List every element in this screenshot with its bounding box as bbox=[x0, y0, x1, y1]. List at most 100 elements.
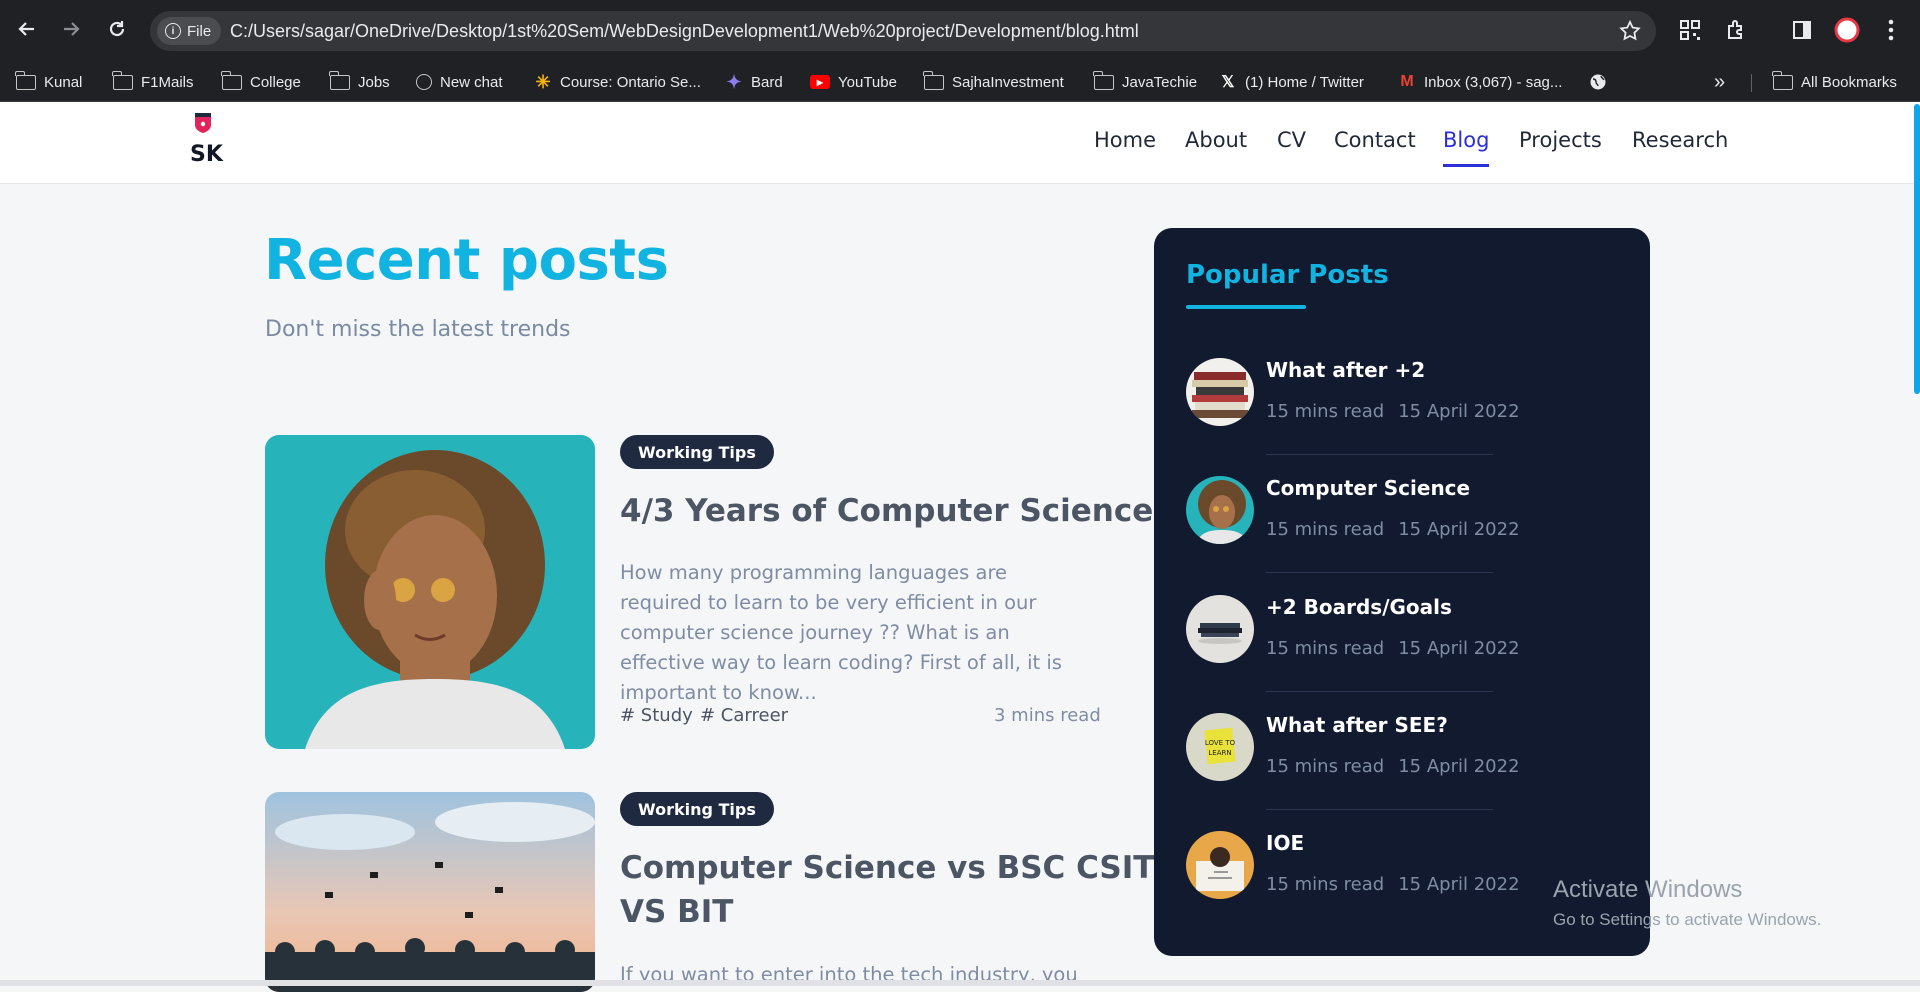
popular-post-title[interactable]: +2 Boards/Goals bbox=[1266, 595, 1452, 619]
divider bbox=[1266, 572, 1493, 573]
popular-post-title[interactable]: Computer Science bbox=[1266, 476, 1470, 500]
reload-icon bbox=[109, 21, 125, 37]
post-date: 15 April 2022 bbox=[1398, 519, 1520, 540]
bookmarks-divider bbox=[1751, 74, 1752, 92]
bookmark-star-icon[interactable] bbox=[1618, 19, 1642, 47]
bookmarks-overflow-button[interactable]: » bbox=[1714, 70, 1725, 94]
site-logo-text[interactable]: SK bbox=[190, 142, 223, 167]
popular-post-item[interactable]: Computer Science 15 mins read 15 April 20… bbox=[1186, 476, 1520, 573]
bookmark-youtube[interactable]: ▶ YouTube bbox=[810, 70, 897, 94]
bookmark-label: All Bookmarks bbox=[1801, 73, 1897, 91]
x-icon: 𝕏 bbox=[1221, 74, 1235, 91]
read-time: 15 mins read bbox=[1266, 401, 1385, 422]
svg-text:LOVE TO: LOVE TO bbox=[1205, 739, 1236, 747]
horizontal-scrollbar[interactable] bbox=[0, 980, 1920, 986]
bookmarks-bar: Kunal F1Mails College Jobs New chat ✳ Co… bbox=[0, 62, 1920, 102]
folder-icon bbox=[112, 70, 133, 90]
forward-arrow-icon bbox=[64, 22, 80, 36]
post-title-line[interactable]: Computer Science vs BSC CSIT bbox=[620, 846, 1154, 890]
gmail-icon: M bbox=[1400, 73, 1414, 90]
folder-icon bbox=[329, 70, 350, 90]
post-date: 15 April 2022 bbox=[1398, 638, 1520, 659]
bookmark-label: F1Mails bbox=[141, 73, 194, 91]
menu-dots-icon[interactable] bbox=[1877, 16, 1905, 44]
browser-toolbar: i File C:/Users/sagar/OneDrive/Desktop/1… bbox=[0, 0, 1920, 62]
post-image-woman-coins[interactable] bbox=[265, 435, 595, 749]
site-info-chip[interactable]: i File bbox=[157, 17, 222, 45]
activate-windows-subtitle: Go to Settings to activate Windows. bbox=[1553, 910, 1822, 929]
bookmark-globe[interactable] bbox=[1589, 70, 1607, 94]
shield-logo-icon[interactable] bbox=[194, 112, 212, 134]
popular-post-title[interactable]: What after +2 bbox=[1266, 358, 1425, 382]
nav-contact[interactable]: Contact bbox=[1334, 128, 1416, 152]
bookmark-twitter[interactable]: 𝕏 (1) Home / Twitter bbox=[1219, 70, 1364, 94]
popular-post-item[interactable]: IOE 15 mins read 15 April 2022 bbox=[1186, 831, 1520, 901]
post-thumbnail-woman bbox=[1186, 476, 1254, 544]
post-title[interactable]: 4/3 Years of Computer Science bbox=[620, 489, 1153, 533]
bookmark-label: Inbox (3,067) - sag... bbox=[1424, 73, 1563, 91]
post-category-badge[interactable]: Working Tips bbox=[620, 792, 774, 826]
profile-avatar-icon[interactable] bbox=[1833, 16, 1861, 44]
bookmark-new-chat[interactable]: New chat bbox=[416, 70, 503, 94]
bookmark-javatechie[interactable]: JavaTechie bbox=[1093, 70, 1197, 94]
all-bookmarks-button[interactable]: All Bookmarks bbox=[1772, 70, 1897, 94]
address-bar[interactable]: i File C:/Users/sagar/OneDrive/Desktop/1… bbox=[150, 11, 1656, 51]
course-icon: ✳ bbox=[535, 71, 551, 92]
back-button[interactable] bbox=[10, 12, 44, 46]
popular-post-item[interactable]: +2 Boards/Goals 15 mins read 15 April 202… bbox=[1186, 595, 1520, 692]
folder-icon bbox=[923, 70, 944, 90]
folder-icon bbox=[15, 70, 36, 90]
post-tag-carreer[interactable]: # Carreer bbox=[700, 705, 788, 726]
bookmark-bard[interactable]: ✦ Bard bbox=[725, 70, 782, 94]
bookmark-course[interactable]: ✳ Course: Ontario Se... bbox=[534, 70, 700, 94]
nav-home[interactable]: Home bbox=[1094, 128, 1156, 152]
extensions-icon[interactable] bbox=[1722, 16, 1750, 44]
page-title: Recent posts bbox=[264, 228, 669, 293]
youtube-icon: ▶ bbox=[810, 75, 830, 89]
url-text[interactable]: C:/Users/sagar/OneDrive/Desktop/1st%20Se… bbox=[230, 21, 1139, 42]
popular-post-title[interactable]: IOE bbox=[1266, 831, 1304, 855]
bookmark-label: Kunal bbox=[44, 73, 83, 91]
reload-button[interactable] bbox=[100, 12, 134, 46]
bookmark-college[interactable]: College bbox=[221, 70, 301, 94]
popular-post-title[interactable]: What after SEE? bbox=[1266, 713, 1448, 737]
post-tag-study[interactable]: # Study bbox=[620, 705, 693, 726]
nav-blog-label: Blog bbox=[1443, 128, 1490, 152]
bookmark-label: SajhaInvestment bbox=[952, 73, 1064, 91]
svg-text:LEARN: LEARN bbox=[1208, 749, 1231, 757]
folder-icon bbox=[1772, 70, 1793, 90]
forward-button[interactable] bbox=[54, 12, 88, 46]
side-panel-icon[interactable] bbox=[1788, 16, 1816, 44]
page-subtitle: Don't miss the latest trends bbox=[265, 317, 571, 342]
popular-post-meta: 15 mins read 15 April 2022 bbox=[1266, 519, 1520, 540]
read-time: 15 mins read bbox=[1266, 638, 1385, 659]
sidebar-title-underline bbox=[1186, 305, 1306, 309]
bookmark-gmail[interactable]: M Inbox (3,067) - sag... bbox=[1398, 70, 1562, 94]
nav-cv[interactable]: CV bbox=[1277, 128, 1306, 152]
post-image-graduation[interactable] bbox=[265, 792, 595, 992]
nav-research[interactable]: Research bbox=[1632, 128, 1728, 152]
popular-post-meta: 15 mins read 15 April 2022 bbox=[1266, 874, 1520, 895]
post-thumbnail-desk bbox=[1186, 831, 1254, 899]
post-excerpt: How many programming languages are requi… bbox=[620, 561, 1062, 704]
bookmark-f1mails[interactable]: F1Mails bbox=[112, 70, 194, 94]
globe-icon bbox=[1590, 74, 1606, 90]
bookmark-label: College bbox=[250, 73, 301, 91]
page-scrollbar[interactable] bbox=[1914, 104, 1920, 394]
post-category-badge[interactable]: Working Tips bbox=[620, 435, 774, 469]
popular-post-item[interactable]: LOVE TO LEARN What after SEE? 15 mins re… bbox=[1186, 713, 1520, 810]
qr-code-icon[interactable] bbox=[1676, 16, 1704, 44]
bookmark-sajhainvestment[interactable]: SajhaInvestment bbox=[923, 70, 1064, 94]
popular-post-item[interactable]: What after +2 15 mins read 15 April 2022 bbox=[1186, 358, 1520, 455]
nav-blog[interactable]: Blog bbox=[1443, 128, 1490, 167]
post-thumbnail-books bbox=[1186, 358, 1254, 426]
bookmark-label: YouTube bbox=[838, 73, 897, 91]
post-title-line[interactable]: VS BIT bbox=[620, 890, 733, 934]
active-nav-underline bbox=[1443, 164, 1490, 167]
bookmark-jobs[interactable]: Jobs bbox=[329, 70, 390, 94]
nav-about[interactable]: About bbox=[1185, 128, 1247, 152]
post-date: 15 April 2022 bbox=[1398, 756, 1520, 777]
divider bbox=[1266, 809, 1493, 810]
bookmark-kunal[interactable]: Kunal bbox=[15, 70, 83, 94]
nav-projects[interactable]: Projects bbox=[1519, 128, 1602, 152]
